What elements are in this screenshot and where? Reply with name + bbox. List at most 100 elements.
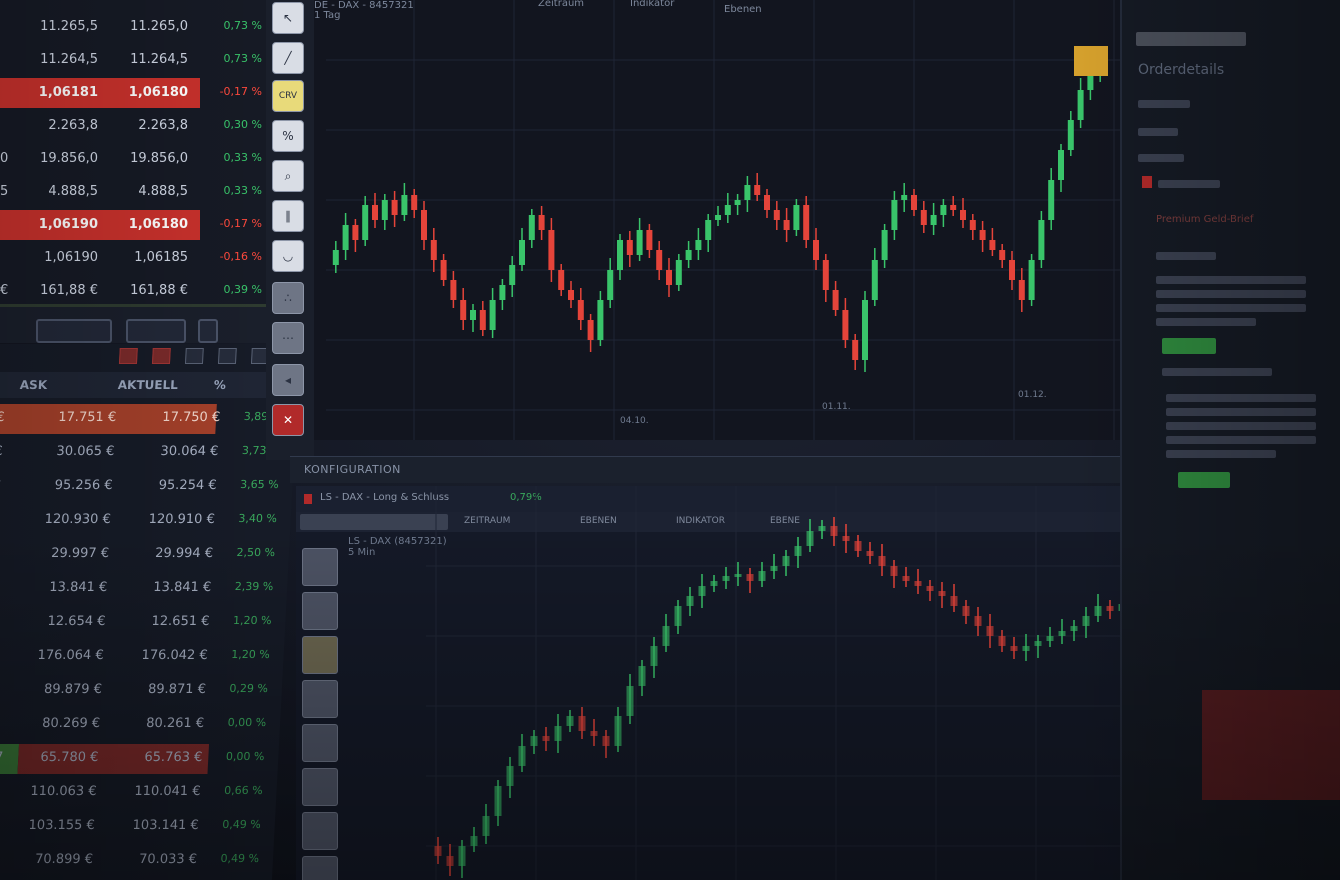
candle-body [482, 816, 490, 836]
watchlist-row[interactable]: 8 €12.654 €12.651 €1,20 % [0, 604, 286, 640]
edit-icon[interactable] [218, 348, 238, 364]
cell-c: 89.871 € [147, 682, 207, 697]
watchlist-row[interactable]: 3,2 €80.269 €80.261 €0,00 % [0, 706, 281, 742]
delete-icon[interactable]: ✕ [272, 404, 304, 436]
watchlist-row[interactable]: €95.256 € 95.254 € 3,65 % [0, 468, 294, 504]
candle-body [554, 726, 562, 741]
col-pct[interactable]: % [213, 378, 226, 392]
watchlist-row[interactable]: 0 €110.063 €110.041 €0,66 % [0, 774, 277, 810]
candle-body [746, 574, 754, 581]
watchlist-row[interactable]: 94 €89.879 €89.871 €0,29 % [0, 672, 283, 708]
watchlist-row[interactable]: €120.930 € 120.910 € 3,40 % [0, 502, 292, 538]
crv-button[interactable]: CRV [272, 80, 304, 112]
confirm-button[interactable] [1162, 338, 1216, 354]
candle-body [602, 736, 610, 746]
trendline-icon[interactable]: ╱ [272, 42, 304, 74]
candle-body [650, 646, 658, 666]
candle-body [770, 566, 778, 571]
candle-body [794, 546, 802, 556]
cell-d: 3,65 % [239, 478, 279, 491]
candle-body [542, 736, 550, 741]
cell-c: 30.064 € [160, 444, 219, 459]
cell-ask: 19.856,0 [130, 151, 188, 166]
cell-a: € [0, 478, 11, 493]
cursor-icon[interactable]: ↖ [272, 2, 304, 34]
col-ask[interactable]: ASK [19, 378, 47, 392]
watchlist-row[interactable]: €17.751 €17.750 €3,89 % [0, 400, 297, 436]
candle-body [1094, 606, 1102, 616]
cell-ask: 1,06180 [128, 85, 188, 100]
watchlist-row[interactable]: 1,06190 1,06185 -0,16 % [0, 241, 268, 275]
parallel-lines-icon[interactable]: ∥ [272, 200, 304, 232]
candle-body [830, 526, 838, 536]
candle-body [806, 531, 814, 546]
close-icon[interactable] [118, 348, 138, 364]
watchlist-row[interactable]: 0 €13.841 €13.841 €2,39 % [0, 570, 288, 606]
candle-body [705, 220, 712, 240]
candle-body [656, 250, 663, 270]
watchlist-row[interactable]: 1 €29.997 €29.994 €2,50 % [0, 536, 290, 572]
arc-icon[interactable]: ◡ [272, 240, 304, 272]
watchlist-row[interactable]: 1,06190 1,06180 -0,17 % [0, 208, 268, 242]
candle-body [926, 586, 934, 591]
candlestick-chart-top[interactable] [314, 0, 1156, 440]
candle-body [890, 566, 898, 576]
candle-body [548, 230, 555, 270]
watchlist-row[interactable]: €30.065 €30.064 €3,73 % [0, 434, 295, 470]
order-line [1162, 368, 1272, 376]
watchlist-bottom: ASK AKTUELL % €17.751 €17.750 €3,89 % €30… [0, 344, 301, 880]
flag-toggle[interactable] [126, 319, 186, 343]
cell-chg: 0,33 % [223, 151, 262, 164]
cell-d: 0,00 % [227, 716, 267, 729]
watchlist-row[interactable]: 11.265,5 11.265,0 0,73 % [0, 10, 268, 44]
cell-d: 0,00 % [225, 750, 265, 763]
candle-body [450, 280, 457, 300]
candle-body [1070, 626, 1078, 631]
watchlist-row[interactable]: 1,06181 1,06180 -0,17 % [0, 76, 268, 110]
settings-toggle[interactable] [198, 319, 218, 343]
candle-body [626, 240, 633, 255]
order-line [1166, 422, 1316, 430]
list-icon[interactable] [185, 348, 204, 364]
watchlist-row[interactable]: 20 €176.064 €176.042 €1,20 % [0, 638, 285, 674]
candle-body [698, 586, 706, 596]
candle-body [1077, 90, 1084, 120]
sell-box[interactable] [1202, 690, 1340, 800]
cell-lead: 0 [0, 151, 9, 166]
order-search-field[interactable] [1136, 32, 1246, 46]
candle-body [969, 220, 976, 230]
alert-icon[interactable] [152, 348, 171, 364]
watchlist-row[interactable]: 11.264,5 11.264,5 0,73 % [0, 43, 268, 77]
measure-icon[interactable]: ⋯ [272, 322, 304, 354]
candle-body [710, 581, 718, 586]
cell-bid: 1,06190 [44, 250, 98, 265]
chart-type-icon[interactable]: ∴ [272, 282, 304, 314]
percent-button[interactable]: % [272, 120, 304, 152]
cell-a: € [0, 444, 4, 459]
watchlist-row[interactable]: 26 €103.155 €103.141 €0,49 % [0, 808, 276, 844]
candle-body [636, 230, 643, 255]
watchlist-row[interactable]: 5 4.888,5 4.888,5 0,33 % [0, 175, 268, 209]
collapse-icon[interactable]: ◂ [272, 364, 304, 396]
cell-c: 12.651 € [151, 614, 210, 629]
watchlist-row[interactable]: 777 €65.780 €65.763 €0,00 % [0, 740, 279, 776]
candlestick-chart-bottom[interactable] [296, 486, 1176, 880]
candle-body [434, 846, 442, 856]
watchlist-row[interactable]: 36 €70.899 €70.033 €0,49 % [0, 842, 274, 878]
cell-b: 176.064 € [37, 648, 105, 663]
candle-body [518, 746, 526, 766]
lot-input[interactable] [36, 319, 112, 343]
col-current[interactable]: AKTUELL [117, 378, 178, 392]
cell-d: 0,49 % [222, 818, 262, 831]
confirm-button[interactable] [1178, 472, 1230, 488]
candle-body [614, 716, 622, 746]
watchlist-row[interactable]: €161,88 € 161,88 € 0,39 % [0, 274, 268, 308]
zoom-icon[interactable]: ⌕ [272, 160, 304, 192]
watchlist-row[interactable]: 2.263,8 2.263,8 0,30 % [0, 109, 268, 143]
candle-body [506, 766, 514, 786]
config-label[interactable]: KONFIGURATION [304, 463, 401, 476]
candle-body [509, 265, 516, 285]
candle-body [974, 616, 982, 626]
cell-b: 120.930 € [44, 512, 112, 527]
watchlist-row[interactable]: 0 19.856,0 19.856,0 0,33 % [0, 142, 268, 176]
